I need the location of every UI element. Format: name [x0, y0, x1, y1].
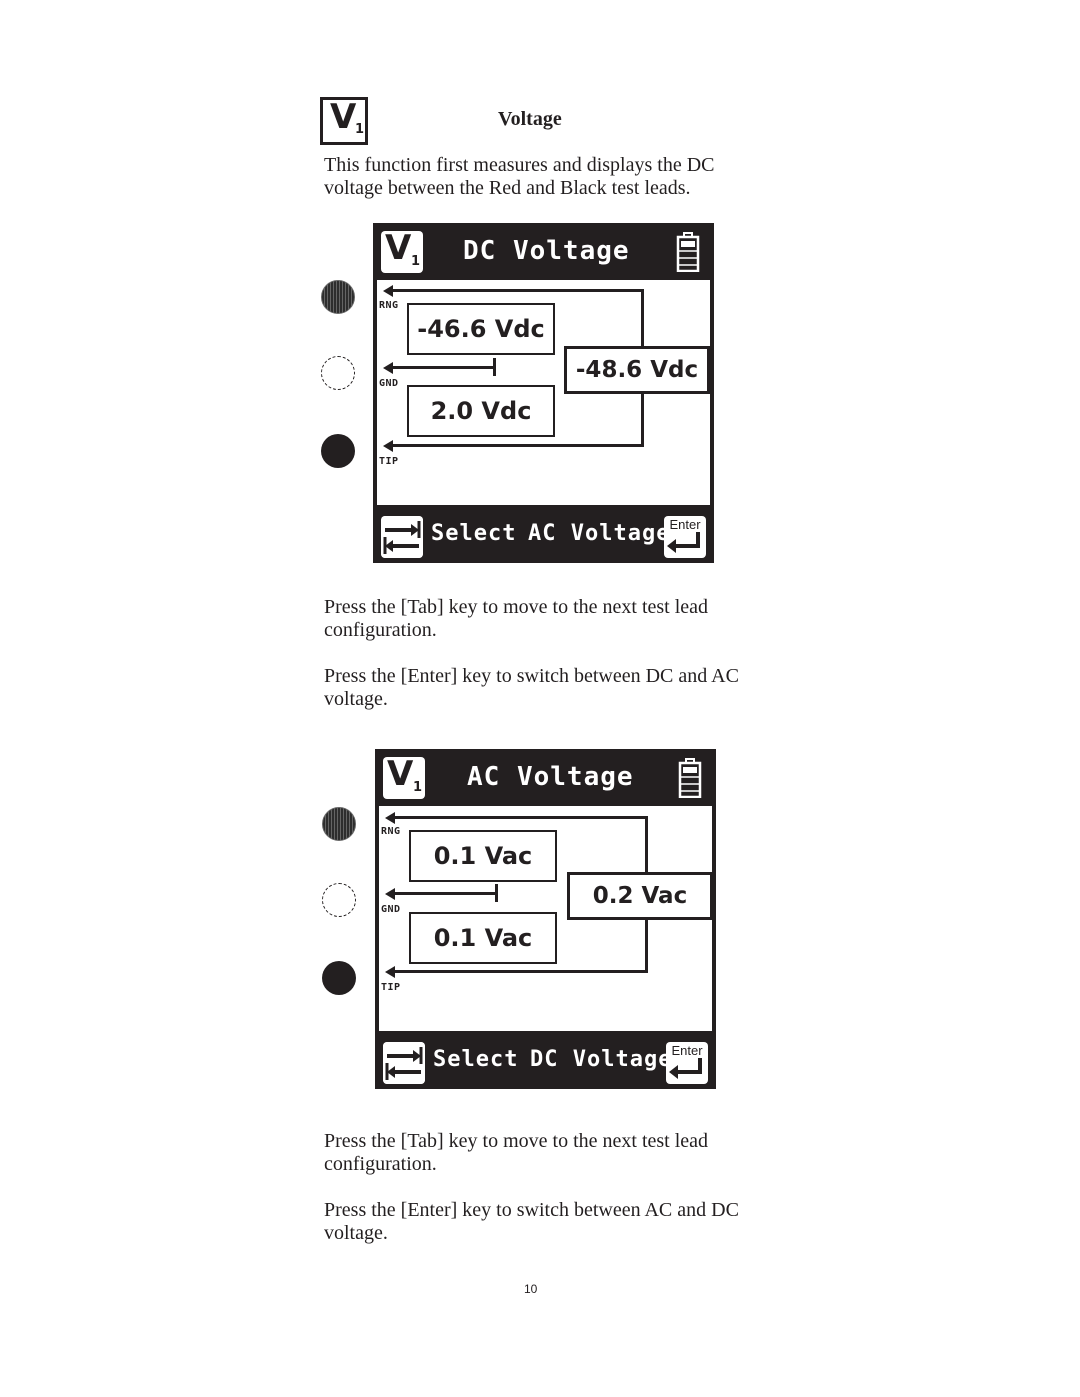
- tab-icon[interactable]: [381, 516, 423, 558]
- tip-label: TIP: [381, 982, 401, 993]
- ring-label: RNG: [379, 300, 399, 311]
- ground-led-icon: [321, 356, 355, 390]
- screen-header: V 1 DC Voltage: [373, 223, 714, 280]
- battery-full-icon: [676, 232, 700, 272]
- dc-voltage-screen: V 1 DC Voltage RNG GND TIP -46.6 Vdc 2.0…: [373, 223, 714, 563]
- ring-to-ground-reading: 0.1 Vac: [409, 830, 557, 882]
- badge-letter: V: [387, 754, 414, 794]
- tip-wire: [393, 970, 648, 973]
- enter-icon[interactable]: Enter: [666, 1042, 708, 1084]
- tip-wire: [391, 444, 644, 447]
- select-label: Select: [431, 521, 517, 546]
- screen-title: DC Voltage: [463, 236, 630, 266]
- voltage-v1-icon: V 1: [383, 754, 425, 799]
- ring-wire: [393, 816, 647, 819]
- tip-to-ground-reading: 2.0 Vdc: [407, 385, 555, 437]
- ring-to-tip-reading: -48.6 Vdc: [564, 346, 710, 394]
- badge-subscript: 1: [411, 254, 421, 269]
- tip-led-icon: [322, 961, 356, 995]
- ring-to-ground-reading: -46.6 Vdc: [407, 303, 555, 355]
- ground-label: GND: [379, 378, 399, 389]
- enter-instruction-2: Press the [Enter] key to switch between …: [324, 1199, 739, 1244]
- tip-wire-vertical: [645, 918, 648, 973]
- enter-icon[interactable]: Enter: [664, 516, 706, 558]
- tip-to-ground-reading: 0.1 Vac: [409, 912, 557, 964]
- ground-label: GND: [381, 904, 401, 915]
- badge-subscript: 1: [413, 780, 423, 795]
- tab-icon[interactable]: [383, 1042, 425, 1084]
- intro-paragraph: This function first measures and display…: [324, 154, 715, 199]
- ring-wire-vertical: [645, 816, 648, 873]
- ring-wire-vertical: [641, 289, 644, 347]
- ground-wire-end: [495, 884, 498, 902]
- ground-led-icon: [322, 883, 356, 917]
- tip-led-icon: [321, 434, 355, 468]
- ring-label: RNG: [381, 826, 401, 837]
- voltage-v1-icon: V 1: [320, 97, 368, 145]
- enter-arrow-icon: [669, 1058, 702, 1079]
- measurement-panel: RNG GND TIP 0.1 Vac 0.1 Vac 0.2 Vac: [379, 806, 713, 1031]
- tip-label: TIP: [379, 456, 399, 467]
- page-number: 10: [524, 1282, 538, 1296]
- select-label: Select: [433, 1047, 519, 1072]
- badge-subscript: 1: [355, 122, 365, 137]
- ring-to-tip-reading: 0.2 Vac: [567, 872, 713, 920]
- screen-footer: Select DC Voltage Enter: [375, 1034, 716, 1089]
- ground-wire-end: [493, 358, 496, 376]
- enter-action-label: AC Voltage: [528, 521, 671, 546]
- ground-wire: [393, 892, 497, 895]
- ring-led-icon: [322, 807, 356, 841]
- ground-wire: [391, 366, 495, 369]
- section-heading: Voltage: [498, 108, 562, 130]
- enter-instruction-1: Press the [Enter] key to switch between …: [324, 665, 739, 710]
- measurement-panel: RNG GND TIP -46.6 Vdc 2.0 Vdc -48.6 Vdc: [377, 280, 710, 505]
- tip-wire-vertical: [641, 392, 644, 447]
- enter-arrow-icon: [667, 532, 700, 553]
- ring-wire: [391, 289, 643, 292]
- ac-voltage-screen: V 1 AC Voltage RNG GND TIP 0.1 Vac 0.1 V…: [375, 749, 716, 1089]
- screen-title: AC Voltage: [467, 762, 634, 792]
- tab-instruction-1: Press the [Tab] key to move to the next …: [324, 596, 709, 641]
- battery-full-icon: [678, 758, 702, 798]
- badge-letter: V: [385, 228, 412, 268]
- screen-header: V 1 AC Voltage: [375, 749, 716, 806]
- voltage-v1-icon: V 1: [381, 228, 423, 273]
- ring-led-icon: [321, 280, 355, 314]
- screen-footer: Select AC Voltage Enter: [373, 508, 714, 563]
- enter-action-label: DC Voltage: [530, 1047, 673, 1072]
- tab-instruction-2: Press the [Tab] key to move to the next …: [324, 1130, 709, 1175]
- badge-letter: V: [330, 97, 357, 137]
